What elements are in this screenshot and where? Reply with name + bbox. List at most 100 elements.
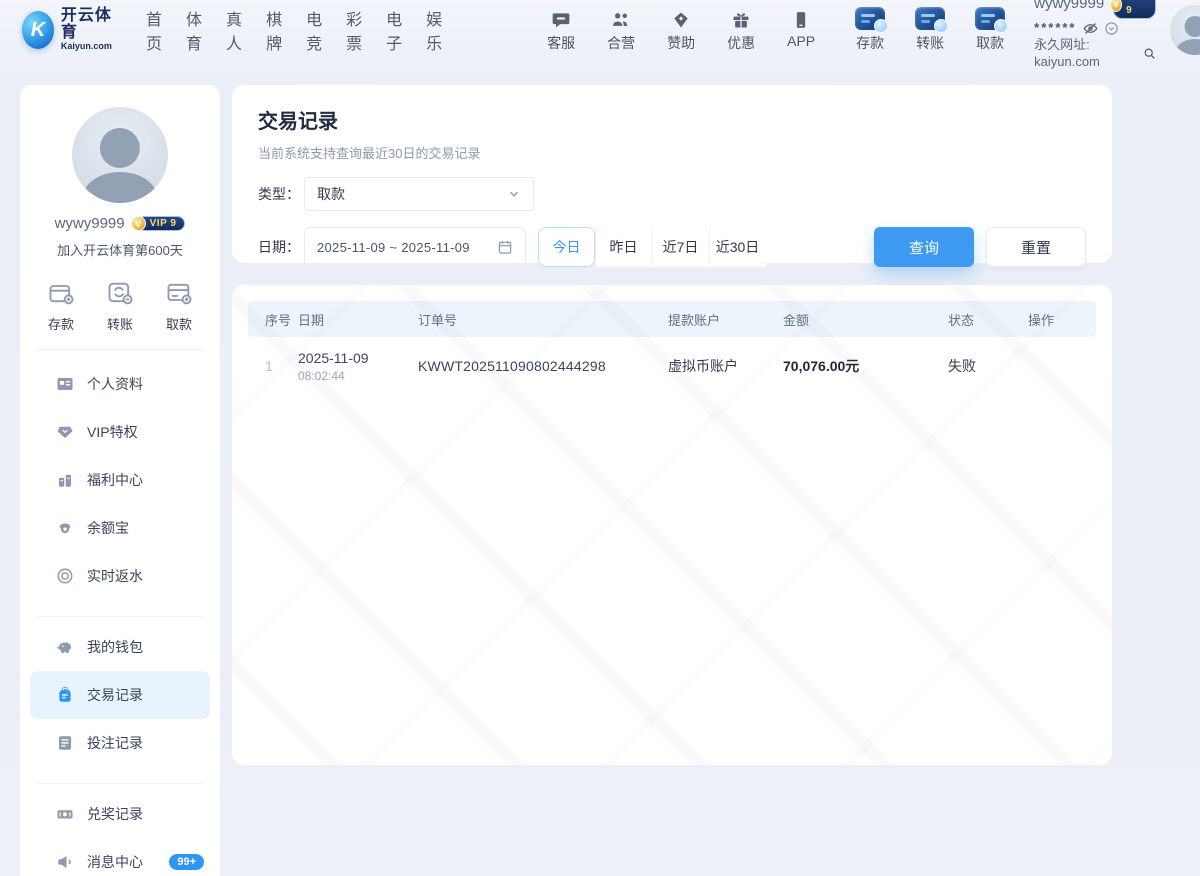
app-button[interactable]: APP (780, 8, 822, 53)
megaphone-icon (56, 853, 74, 871)
divider (36, 349, 204, 350)
avatar[interactable] (1170, 5, 1200, 55)
vip-badge[interactable]: V VIP 9 (1110, 0, 1155, 19)
brand-name: 开云体育 (61, 8, 118, 42)
transfer-label: 转账 (916, 33, 944, 53)
brand-logo[interactable]: K 开云体育 Kaiyun.com (22, 8, 118, 51)
transfer-button[interactable]: 转账 (908, 7, 952, 53)
phone-icon (791, 8, 811, 30)
piggy-bank-icon (56, 638, 74, 656)
date-label: 日期： (258, 237, 304, 257)
sidebar-item-profile[interactable]: 个人资料 (20, 360, 220, 408)
nav-item-esports[interactable]: 电竞 (306, 6, 322, 54)
sponsor-button[interactable]: 赞助 (660, 8, 702, 53)
magnifier-icon[interactable] (1143, 47, 1156, 60)
sidebar-vip-badge: V VIP 9 (131, 216, 186, 231)
search-button[interactable]: 查询 (874, 227, 974, 267)
transfer-icon (915, 7, 945, 30)
deposit-label: 存款 (856, 33, 884, 53)
chevron-circle-icon[interactable] (1104, 21, 1119, 36)
menu-label: 实时返水 (87, 566, 143, 586)
sidebar-username: wywy9999 (55, 215, 125, 232)
id-card-icon (56, 375, 74, 393)
col-order-no: 订单号 (418, 310, 668, 329)
sidebar-item-transactions[interactable]: 交易记录 (30, 671, 210, 719)
col-index: 序号 (248, 310, 298, 329)
nav-item-live[interactable]: 真人 (226, 6, 242, 54)
col-amount: 金额 (783, 310, 948, 329)
masked-balance: ****** (1034, 20, 1076, 36)
sidebar-item-wallet[interactable]: 我的钱包 (20, 623, 220, 671)
menu-label: 交易记录 (87, 685, 143, 705)
calendar-icon (497, 239, 513, 255)
filter-actions: 查询 重置 (874, 227, 1092, 267)
cell-account: 虚拟币账户 (668, 356, 783, 376)
chat-icon (551, 8, 571, 30)
username: wywy9999 (1034, 0, 1104, 14)
gem-icon (56, 423, 74, 441)
diamond-icon (671, 8, 691, 30)
menu-label: 余额宝 (87, 518, 129, 538)
records-table-card: 序号 日期 订单号 提款账户 金额 状态 操作 1 2025-11-09 08:… (232, 285, 1112, 765)
range-30days-button[interactable]: 近30日 (709, 227, 766, 267)
reset-button[interactable]: 重置 (986, 227, 1086, 267)
deposit-icon (855, 7, 885, 30)
brand-logo-text: 开云体育 Kaiyun.com (61, 8, 118, 51)
sidebar-item-yuebao[interactable]: 余额宝 (20, 504, 220, 552)
deposit-button[interactable]: 存款 (848, 7, 892, 53)
col-operation: 操作 (1028, 310, 1096, 329)
cell-date-day: 2025-11-09 (298, 350, 418, 366)
pot-icon (56, 519, 74, 537)
date-range-presets: 今日 昨日 近7日 近30日 (538, 227, 766, 267)
nav-item-entertainment[interactable]: 娱乐 (426, 6, 442, 54)
gift-icon (731, 8, 751, 30)
message-count-badge: 99+ (169, 854, 204, 870)
people-icon (611, 8, 631, 30)
range-7days-button[interactable]: 近7日 (652, 227, 709, 267)
withdraw-icon (975, 7, 1005, 30)
sponsor-label: 赞助 (667, 33, 695, 53)
nav-item-sports[interactable]: 体育 (186, 6, 202, 54)
bet-record-icon (56, 734, 74, 752)
divider (36, 783, 204, 784)
menu-label: 兑奖记录 (87, 804, 143, 824)
nav-item-chess[interactable]: 棋牌 (266, 6, 282, 54)
chevron-down-icon (507, 187, 521, 201)
quick-icons: 客服 合营 赞助 优惠 APP (540, 8, 822, 53)
partner-button[interactable]: 合营 (600, 8, 642, 53)
brand-logo-icon: K (22, 11, 54, 49)
range-yesterday-button[interactable]: 昨日 (595, 227, 652, 267)
withdraw-button[interactable]: 取款 (968, 7, 1012, 53)
wallet-outline-icon (46, 279, 76, 307)
sidebar-item-redeem[interactable]: 兑奖记录 (20, 790, 220, 838)
sidebar-item-bets[interactable]: 投注记录 (20, 719, 220, 767)
service-button[interactable]: 客服 (540, 8, 582, 53)
cell-status: 失败 (948, 356, 1028, 376)
nav-item-slots[interactable]: 电子 (386, 6, 402, 54)
sidebar-item-welfare[interactable]: 福利中心 (20, 456, 220, 504)
type-select[interactable]: 取款 (304, 177, 534, 211)
promo-button[interactable]: 优惠 (720, 8, 762, 53)
card-outline-icon (164, 279, 194, 307)
nav-item-home[interactable]: 首页 (146, 6, 162, 54)
sidebar-transfer-button[interactable]: 转账 (105, 279, 135, 333)
menu-label: 福利中心 (87, 470, 143, 490)
joined-days: 加入开云体育第600天 (20, 240, 220, 259)
withdraw-label: 取款 (976, 33, 1004, 53)
menu-label: 投注记录 (87, 733, 143, 753)
sidebar-withdraw-button[interactable]: 取款 (164, 279, 194, 333)
eye-off-icon[interactable] (1083, 21, 1098, 36)
sidebar-item-messages[interactable]: 消息中心 99+ (20, 838, 220, 876)
type-select-value: 取款 (317, 184, 345, 204)
sidebar-avatar[interactable] (72, 107, 168, 203)
sidebar-item-rebate[interactable]: 实时返水 (20, 552, 220, 600)
redeem-icon (56, 805, 74, 823)
nav-item-lottery[interactable]: 彩票 (346, 6, 362, 54)
date-range-input[interactable]: 2025-11-09 ~ 2025-11-09 (304, 227, 526, 267)
date-range-value: 2025-11-09 ~ 2025-11-09 (317, 240, 470, 255)
range-today-button[interactable]: 今日 (538, 227, 595, 267)
sidebar-item-vip[interactable]: VIP特权 (20, 408, 220, 456)
welfare-icon (56, 471, 74, 489)
cell-order-no: KWWT202511090802444298 (418, 358, 668, 374)
sidebar-deposit-button[interactable]: 存款 (46, 279, 76, 333)
